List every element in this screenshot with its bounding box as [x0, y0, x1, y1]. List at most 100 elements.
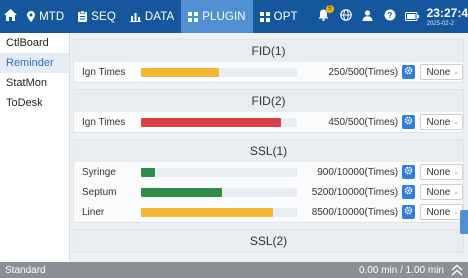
gear-icon	[404, 186, 413, 198]
select-value: None	[426, 186, 451, 198]
tab-seq-label: SEQ	[91, 10, 116, 23]
action-select[interactable]: None ⌄	[420, 164, 463, 180]
progress-fill	[141, 67, 219, 77]
card-title: FID(1)	[74, 40, 463, 62]
select-value: None	[426, 166, 451, 178]
row-label: Ign Times	[82, 66, 126, 78]
progress-bar	[141, 187, 297, 197]
row-value: 250/500(Times)	[328, 66, 399, 78]
sidebar-item-statmon[interactable]: StatMon	[0, 73, 69, 93]
row-value: 900/10000(Times)	[317, 166, 399, 178]
top-nav-bar: MTD SEQ DATA PLUGIN OPT 5 ? 23:27:4 2025…	[0, 0, 468, 33]
reminder-panel: FID(1) Ign Times 250/500(Times) None ⌄ F…	[70, 33, 468, 262]
tab-opt[interactable]: OPT	[253, 0, 305, 33]
action-select[interactable]: None ⌄	[420, 64, 463, 80]
settings-button[interactable]	[402, 205, 416, 219]
user-button[interactable]	[357, 0, 379, 33]
row-label: Septum	[82, 186, 117, 198]
double-chevron-up-icon	[450, 264, 464, 278]
reminder-card-fid2: FID(2) Ign Times 450/500(Times) None ⌄	[73, 89, 464, 133]
reminder-row: Ign Times 450/500(Times) None ⌄	[74, 112, 463, 132]
svg-text:?: ?	[387, 11, 392, 20]
collapse-button[interactable]	[450, 263, 464, 278]
tab-plugin[interactable]: PLUGIN	[181, 0, 253, 33]
chevron-down-icon: ⌄	[453, 189, 459, 196]
progress-fill	[141, 117, 281, 127]
action-select[interactable]: None ⌄	[420, 204, 463, 220]
sidebar-item-label: CtlBoard	[6, 37, 49, 49]
action-select[interactable]: None ⌄	[420, 184, 463, 200]
tab-mtd[interactable]: MTD	[20, 0, 71, 33]
run-timer: 0.00 min / 1.00 min	[359, 262, 444, 278]
clock-date: 2025-02-2	[426, 20, 454, 27]
card-title: SSL(1)	[74, 140, 463, 162]
language-button[interactable]	[335, 0, 357, 33]
progress-fill	[141, 187, 223, 197]
clock-time: 23:27:4	[426, 5, 468, 20]
row-label: Liner	[82, 206, 105, 218]
sidebar-item-label: Reminder	[6, 57, 54, 69]
row-label: Ign Times	[82, 116, 126, 128]
sidebar-item-ctlboard[interactable]: CtlBoard	[0, 33, 69, 53]
top-status-icons: 5 ? 23:27:4 2025-02-2	[313, 0, 468, 33]
globe-icon	[339, 8, 352, 26]
select-value: None	[426, 206, 451, 218]
sidebar-item-reminder[interactable]: Reminder	[0, 53, 69, 73]
progress-bar	[141, 207, 297, 217]
row-label: Syringe	[82, 166, 116, 178]
progress-bar	[141, 67, 297, 77]
settings-button[interactable]	[402, 65, 416, 79]
gear-icon	[404, 206, 413, 218]
run-timer-text: 0.00 min / 1.00 min	[358, 264, 444, 276]
sidebar: CtlBoard Reminder StatMon ToDesk	[0, 33, 70, 262]
clock: 23:27:4 2025-02-2	[427, 7, 468, 27]
progress-fill	[141, 167, 156, 177]
gear-icon	[404, 116, 413, 128]
tab-opt-label: OPT	[273, 10, 298, 23]
help-button[interactable]: ?	[379, 0, 401, 33]
home-icon	[3, 8, 17, 26]
status-bar: Standard 0.00 min / 1.00 min	[0, 262, 468, 278]
reminder-row: Liner 8500/10000(Times) None ⌄	[74, 202, 463, 222]
card-title: SSL(2)	[74, 230, 463, 252]
progress-bar	[141, 117, 297, 127]
row-value: 8500/10000(Times)	[311, 206, 399, 218]
chevron-down-icon: ⌄	[453, 119, 459, 126]
user-icon	[362, 8, 373, 26]
reminder-row: Ign Times 250/500(Times) None ⌄	[74, 62, 463, 82]
battery-indicator	[401, 0, 423, 33]
notification-button[interactable]: 5	[313, 0, 335, 33]
reminder-card-fid1: FID(1) Ign Times 250/500(Times) None ⌄	[73, 39, 464, 83]
settings-button[interactable]	[402, 165, 416, 179]
action-select[interactable]: None ⌄	[420, 114, 463, 130]
row-value: 5200/10000(Times)	[311, 186, 399, 198]
gear-icon	[404, 166, 413, 178]
settings-button[interactable]	[402, 115, 416, 129]
sidebar-item-label: StatMon	[6, 77, 47, 89]
reminder-row: Syringe 900/10000(Times) None ⌄	[74, 162, 463, 182]
pin-icon	[27, 11, 36, 22]
settings-button[interactable]	[402, 185, 416, 199]
row-value: 450/500(Times)	[328, 116, 399, 128]
clipboard-icon	[78, 11, 88, 22]
side-panel-handle[interactable]	[460, 210, 468, 234]
card-title: FID(2)	[74, 90, 463, 112]
notification-badge: 5	[326, 5, 334, 13]
grid-icon	[188, 11, 199, 22]
tab-plugin-label: PLUGIN	[202, 10, 246, 23]
chevron-down-icon: ⌄	[453, 209, 459, 216]
sidebar-item-todesk[interactable]: ToDesk	[0, 93, 69, 113]
chevron-down-icon: ⌄	[453, 69, 459, 76]
progress-fill	[141, 207, 274, 217]
tab-data[interactable]: DATA	[123, 0, 181, 33]
reminder-row: Septum 5200/10000(Times) None ⌄	[74, 182, 463, 202]
select-value: None	[426, 66, 451, 78]
home-button[interactable]	[0, 0, 20, 33]
chevron-down-icon: ⌄	[453, 169, 459, 176]
tab-data-label: DATA	[144, 10, 175, 23]
gear-icon	[404, 66, 413, 78]
bar-chart-icon	[129, 12, 141, 22]
tab-seq[interactable]: SEQ	[71, 0, 123, 33]
reminder-card-ssl2: SSL(2)	[73, 229, 464, 253]
battery-icon	[404, 8, 419, 26]
